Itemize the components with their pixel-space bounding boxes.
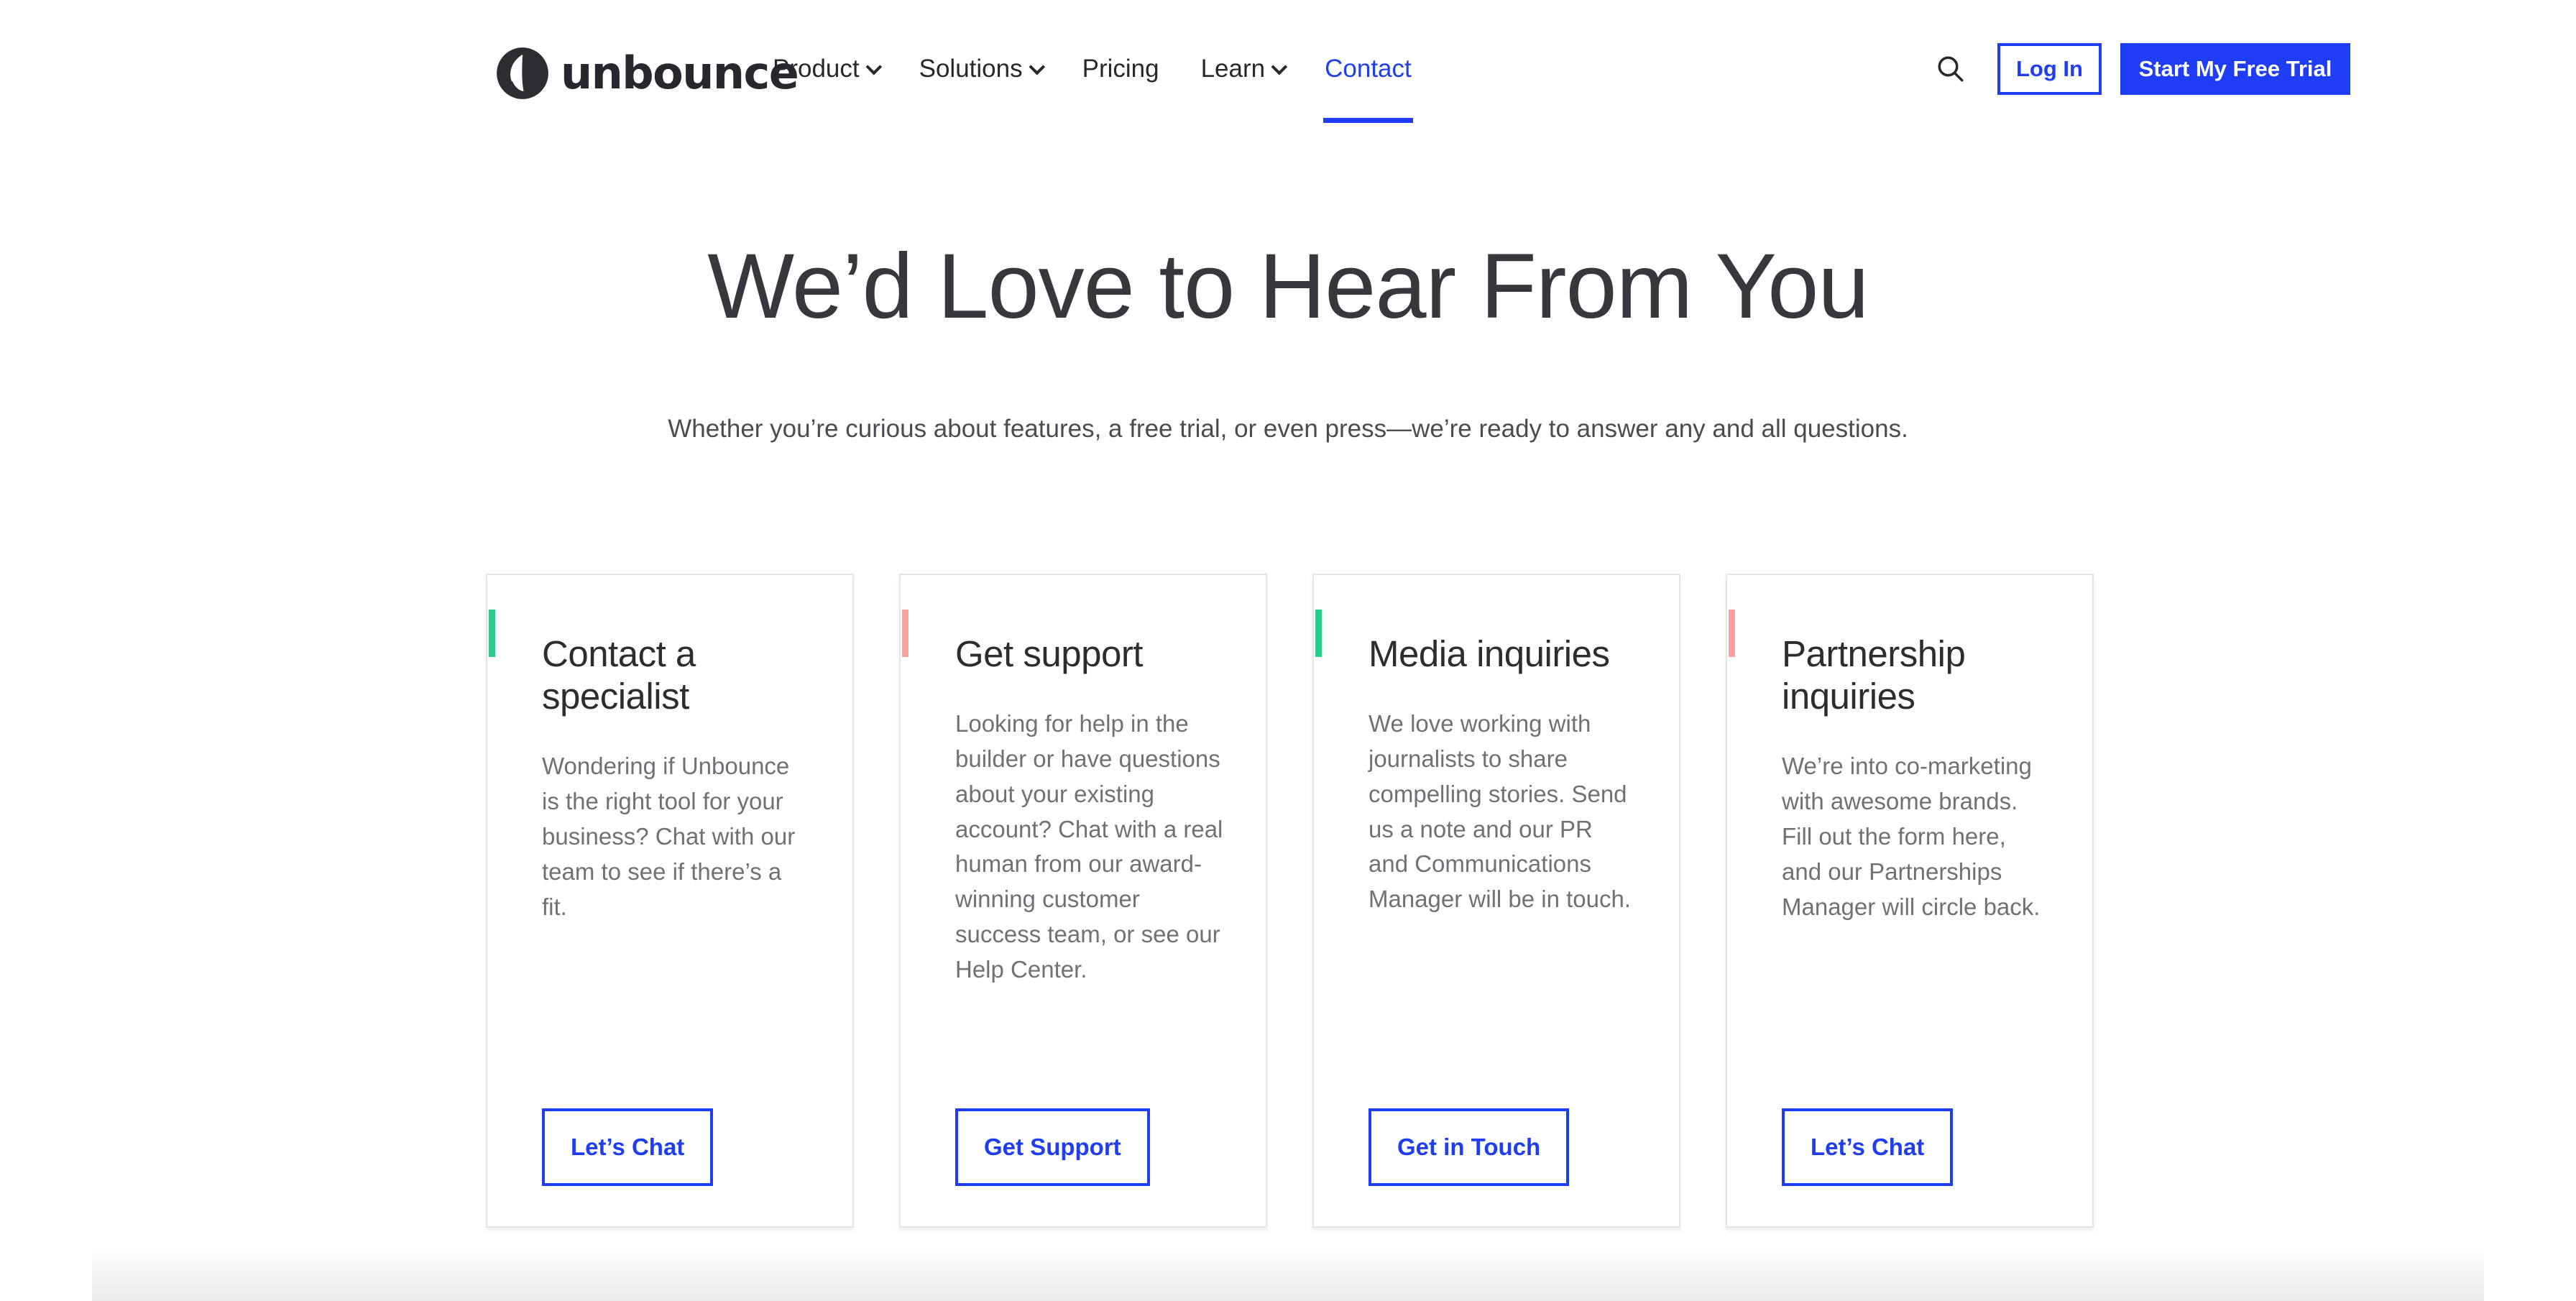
unbounce-logo-icon — [497, 47, 548, 99]
start-free-trial-button[interactable]: Start My Free Trial — [2120, 43, 2350, 95]
card-title: Media inquiries — [1368, 633, 1610, 674]
accent-bar — [902, 610, 908, 657]
site-header: unbounce Product Solutions Pricing Learn… — [0, 0, 2576, 147]
card-title: Partnership inquiries — [1782, 633, 1966, 717]
page-title: We’d Love to Hear From You — [707, 235, 1869, 338]
chevron-down-icon — [865, 58, 882, 75]
card-title: Contact a specialist — [542, 633, 696, 717]
search-button[interactable] — [1926, 44, 1976, 94]
contact-card-partnership: Partnership inquiries We’re into co-mark… — [1726, 574, 2094, 1228]
contact-card-support: Get support Looking for help in the buil… — [899, 574, 1267, 1228]
page-subtitle: Whether you’re curious about features, a… — [668, 415, 1908, 443]
chevron-down-icon — [1029, 58, 1045, 75]
nav-label: Pricing — [1082, 55, 1159, 83]
card-description: We love working with journalists to shar… — [1368, 710, 1632, 913]
contact-card-media: Media inquiries We love working with jou… — [1312, 574, 1680, 1228]
get-in-touch-button[interactable]: Get in Touch — [1368, 1108, 1570, 1186]
main-nav: Product Solutions Pricing Learn Contact — [773, 55, 1413, 123]
logo[interactable]: unbounce — [494, 45, 799, 101]
nav-item-contact[interactable]: Contact — [1323, 55, 1413, 123]
nav-item-learn[interactable]: Learn — [1200, 55, 1288, 86]
nav-item-pricing[interactable]: Pricing — [1082, 56, 1159, 86]
search-icon — [1938, 56, 1964, 82]
card-title: Get support — [955, 633, 1143, 674]
get-support-button[interactable]: Get Support — [955, 1108, 1150, 1186]
lets-chat-button[interactable]: Let’s Chat — [1782, 1108, 1954, 1186]
hero-section: We’d Love to Hear From You Whether you’r… — [0, 235, 2576, 446]
chevron-down-icon — [1271, 58, 1288, 75]
accent-bar — [1729, 610, 1735, 657]
logo-text: unbounce — [561, 47, 799, 99]
card-description: We’re into co-marketing with awesome bra… — [1782, 753, 2041, 920]
lets-chat-button[interactable]: Let’s Chat — [542, 1108, 714, 1186]
footer-gradient-panel — [92, 1247, 2484, 1301]
accent-bar — [489, 610, 495, 657]
nav-label: Contact — [1325, 55, 1412, 83]
card-description: Looking for help in the builder or have … — [955, 710, 1223, 983]
card-description: Wondering if Unbounce is the right tool … — [542, 753, 796, 920]
login-button[interactable]: Log In — [1997, 43, 2102, 95]
header-actions: Log In Start My Free Trial — [1926, 43, 2350, 95]
nav-label: Solutions — [919, 55, 1023, 83]
nav-label: Learn — [1200, 55, 1266, 83]
accent-bar — [1315, 610, 1322, 657]
nav-label: Product — [773, 55, 860, 83]
contact-card-specialist: Contact a specialist Wondering if Unboun… — [486, 574, 854, 1228]
nav-item-solutions[interactable]: Solutions — [919, 55, 1045, 86]
nav-item-product[interactable]: Product — [773, 55, 882, 86]
contact-options-grid: Contact a specialist Wondering if Unboun… — [486, 574, 2094, 1228]
